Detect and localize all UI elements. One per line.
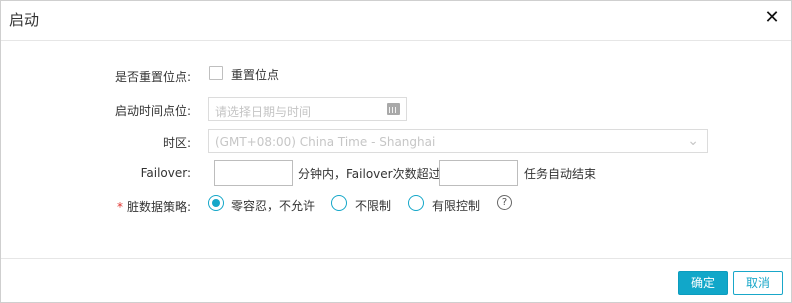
failover-middle-text: 分钟内，Failover次数超过 (298, 167, 441, 181)
cancel-button[interactable]: 取消 (733, 271, 783, 295)
dirty-data-option-zero: 零容忍，不允许 (231, 199, 316, 213)
dialog-title: 启动 (9, 11, 40, 29)
reset-point-checkbox-label: 重置位点 (231, 68, 280, 82)
calendar-icon[interactable] (387, 103, 400, 115)
dirty-data-radio-limited[interactable] (408, 195, 424, 211)
start-dialog: 启动 ✕ 是否重置位点: 重置位点 启动时间点位: 请选择日期与时间 时区: (… (0, 0, 792, 303)
dirty-data-label-text: 脏数据策略: (126, 200, 191, 214)
dirty-data-option-limited: 有限控制 (432, 199, 481, 213)
dirty-data-label: * 脏数据策略: (117, 198, 191, 215)
reset-point-checkbox[interactable] (209, 66, 223, 80)
timezone-select[interactable]: (GMT+08:00) China Time - Shanghai ⌄ (208, 129, 708, 153)
help-icon[interactable]: ? (497, 195, 512, 210)
start-time-input[interactable]: 请选择日期与时间 (208, 97, 407, 121)
dialog-header: 启动 ✕ (1, 1, 791, 41)
failover-count-input[interactable] (439, 160, 518, 186)
footer-divider (1, 258, 791, 259)
dirty-data-radio-zero[interactable] (208, 195, 224, 211)
confirm-button[interactable]: 确定 (678, 271, 728, 295)
reset-point-label: 是否重置位点: (114, 70, 191, 84)
start-time-placeholder: 请选择日期与时间 (215, 105, 312, 119)
chevron-down-icon[interactable]: ⌄ (687, 133, 699, 149)
timezone-value: (GMT+08:00) China Time - Shanghai (215, 135, 436, 149)
required-mark: * (116, 200, 123, 214)
failover-minutes-input[interactable] (214, 160, 293, 186)
dirty-data-radio-unlimited[interactable] (331, 195, 347, 211)
start-time-label: 启动时间点位: (114, 104, 191, 118)
timezone-label: 时区: (162, 136, 191, 150)
close-icon[interactable]: ✕ (763, 7, 781, 29)
failover-end-text: 任务自动结束 (524, 167, 597, 181)
failover-label: Failover: (140, 166, 191, 180)
dirty-data-option-unlimited: 不限制 (355, 199, 392, 213)
